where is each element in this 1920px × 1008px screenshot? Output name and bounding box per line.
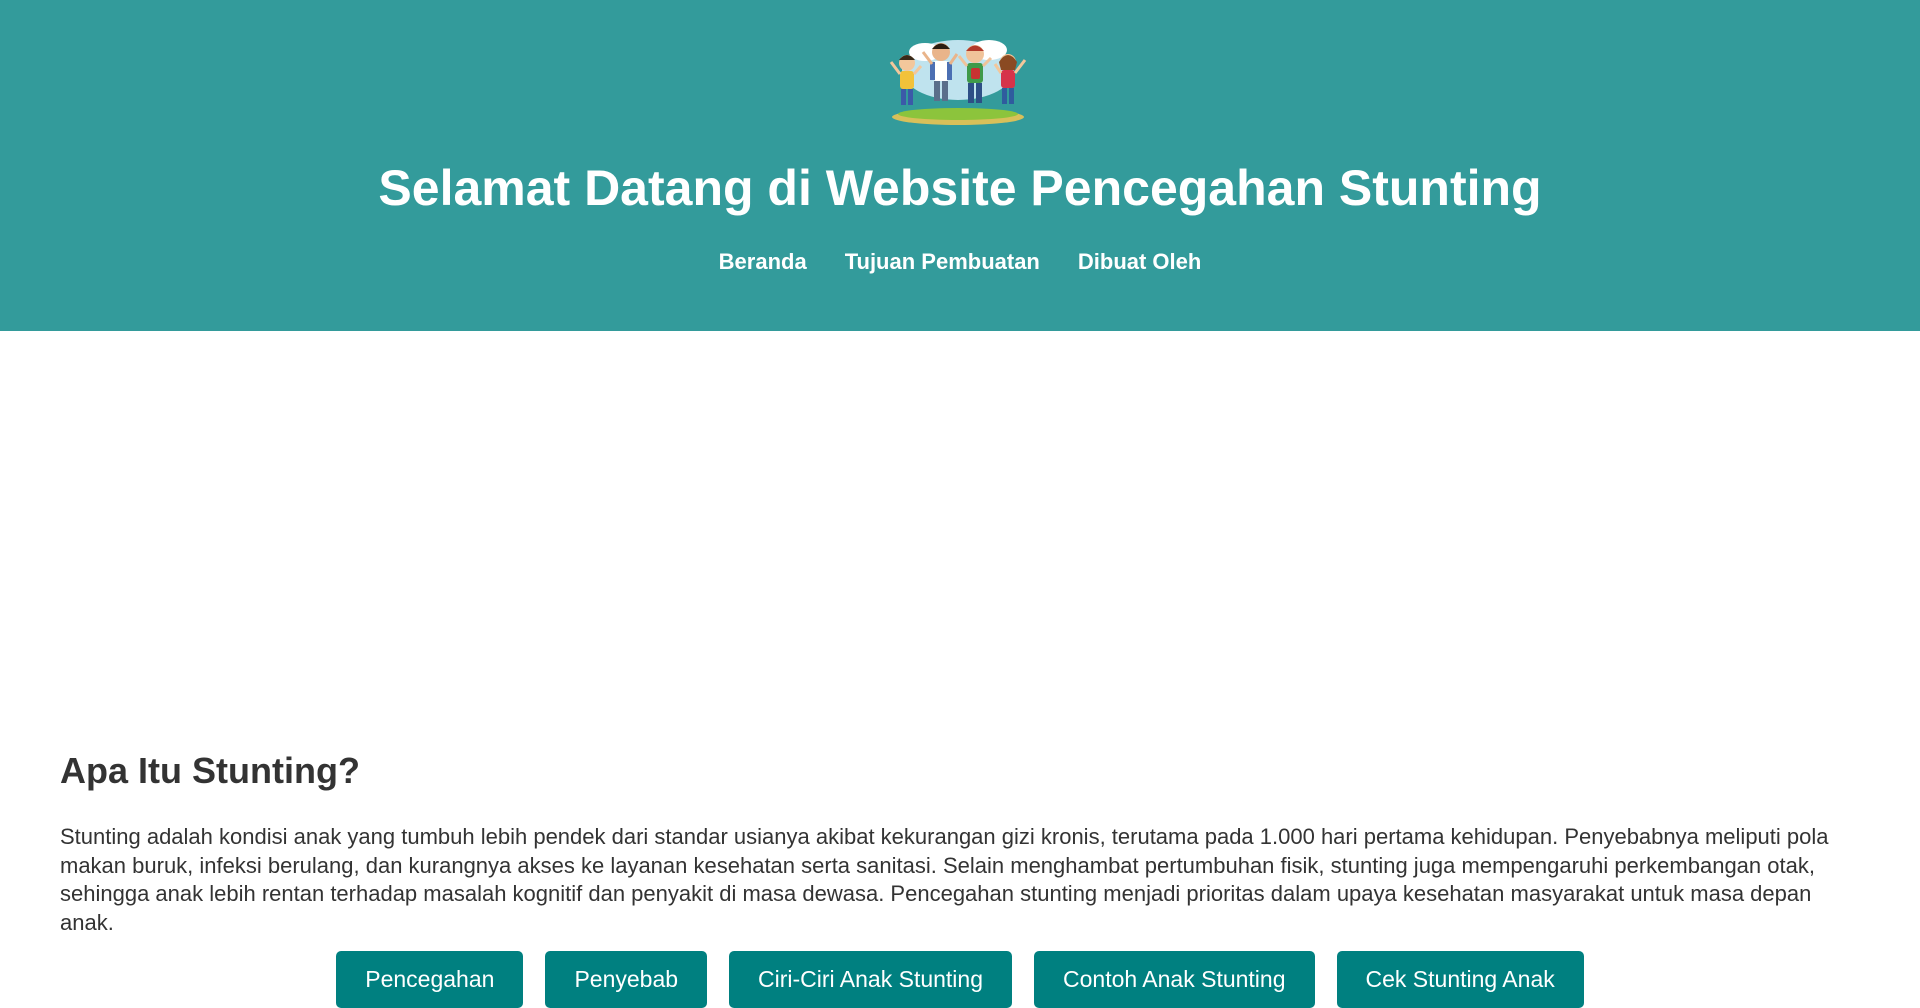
pencegahan-button[interactable]: Pencegahan <box>336 951 524 1008</box>
contoh-anak-button[interactable]: Contoh Anak Stunting <box>1034 951 1315 1008</box>
section-heading: Apa Itu Stunting? <box>60 750 360 791</box>
penyebab-button[interactable]: Penyebab <box>545 951 708 1008</box>
ciri-ciri-button[interactable]: Ciri-Ciri Anak Stunting <box>729 951 1012 1008</box>
nav-link-beranda[interactable]: Beranda <box>719 248 807 276</box>
children-logo-icon <box>889 40 1027 125</box>
site-header: Selamat Datang di Website Pencegahan Stu… <box>0 0 1920 331</box>
nav-link-dibuat-oleh[interactable]: Dibuat Oleh <box>1078 248 1201 276</box>
intro-paragraph: Stunting adalah kondisi anak yang tumbuh… <box>60 824 1829 935</box>
cek-stunting-button[interactable]: Cek Stunting Anak <box>1336 951 1584 1008</box>
main-nav: Beranda Tujuan Pembuatan Dibuat Oleh <box>0 248 1920 276</box>
topic-buttons: Pencegahan Penyebab Ciri-Ciri Anak Stunt… <box>0 951 1920 1008</box>
site-title: Selamat Datang di Website Pencegahan Stu… <box>378 160 1542 216</box>
nav-link-tujuan-pembuatan[interactable]: Tujuan Pembuatan <box>845 248 1040 276</box>
